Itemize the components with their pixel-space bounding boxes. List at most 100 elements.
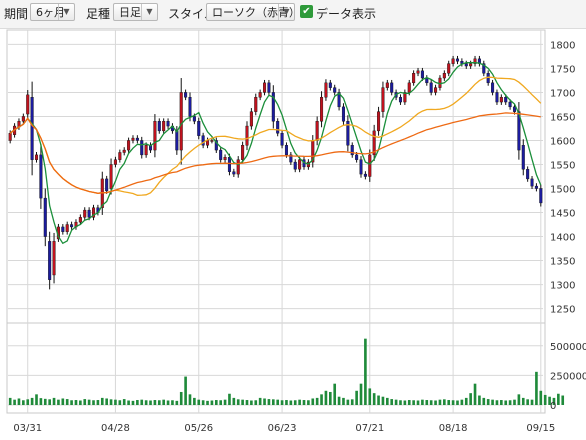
style-select[interactable]: ローソク（赤青） ▼ [206, 3, 300, 21]
volume-bar [412, 400, 415, 405]
candle-body [219, 149, 223, 160]
volume-bar [324, 390, 328, 405]
candle-body [416, 70, 420, 74]
candle-body [377, 111, 381, 132]
price-tick-label: 1650 [550, 112, 575, 123]
volume-bar [329, 391, 332, 405]
price-tick-label: 1500 [550, 185, 575, 196]
foot-select[interactable]: 日足 ▼ [113, 3, 158, 21]
volume-bar [434, 400, 437, 405]
volume-bar [236, 399, 240, 405]
volume-bar [197, 399, 201, 405]
data-display-label: データ表示 [316, 7, 377, 21]
candle-body [175, 130, 179, 151]
volume-bar [557, 393, 560, 405]
volume-bar [254, 400, 258, 405]
volume-bar [83, 399, 87, 405]
volume-bar [513, 399, 516, 405]
volume-bar [350, 399, 354, 405]
date-tick-label: 03/31 [13, 423, 42, 434]
period-select[interactable]: 6ヶ月 ▼ [30, 3, 75, 21]
volume-bar [460, 399, 464, 405]
volume-bar [157, 400, 161, 405]
volume-bar [22, 400, 25, 405]
candle-body [341, 106, 345, 122]
candle-body [333, 87, 337, 93]
volume-bar [114, 399, 117, 405]
volume-bar [403, 400, 407, 405]
date-tick-label: 09/15 [526, 423, 555, 434]
candle-body [469, 63, 473, 67]
candle-body [298, 159, 302, 170]
volume-bar [136, 400, 139, 405]
candle-body [179, 92, 183, 151]
volume-bar [346, 399, 350, 405]
candle-body [135, 137, 139, 141]
volume-bar [464, 397, 468, 405]
candle-body [131, 137, 135, 141]
volume-bar [267, 399, 271, 405]
volume-bar [131, 400, 135, 405]
volume-bar [263, 398, 266, 405]
candle-body [284, 145, 288, 156]
date-tick-label: 06/23 [268, 423, 297, 434]
volume-bar [425, 400, 429, 405]
volume-bar [381, 396, 385, 405]
volume-bar [13, 399, 16, 405]
volume-bar [214, 400, 218, 405]
candle-body [491, 82, 495, 93]
data-display-checkbox[interactable]: ✔ [300, 5, 313, 18]
chevron-down-icon: ▼ [58, 4, 74, 20]
candle-body [83, 209, 87, 218]
volume-bar [250, 400, 253, 405]
volume-bar [543, 394, 547, 405]
candle-body [363, 173, 367, 177]
volume-bar [469, 393, 472, 405]
candle-body [504, 97, 508, 103]
volume-bar [386, 397, 389, 405]
volume-bar [193, 397, 196, 405]
candle-body [464, 63, 468, 67]
candle-body [140, 140, 144, 156]
candle-body [385, 82, 389, 88]
candle-body [34, 154, 39, 160]
volume-bar [122, 399, 126, 405]
volume-bar [166, 400, 170, 405]
candle-body [109, 164, 113, 189]
chart-frame [6, 29, 546, 414]
volume-bar [258, 397, 262, 405]
candle-body [87, 209, 91, 218]
volume-bar [447, 400, 451, 405]
candle-body [206, 140, 210, 146]
candle-body [105, 178, 109, 192]
volume-bar [355, 390, 358, 405]
volume-bar [188, 394, 192, 405]
candle-body [412, 73, 416, 84]
candle-body [48, 241, 52, 280]
chevron-down-icon: ▼ [141, 4, 157, 20]
volume-bar [153, 400, 157, 405]
foot-select-value: 日足 [119, 6, 141, 19]
volume-bar [311, 398, 315, 405]
volume-bar [43, 398, 47, 405]
candle-body [425, 77, 429, 84]
price-tick-label: 1300 [550, 281, 575, 292]
date-tick-label: 08/18 [439, 423, 468, 434]
candle-body [276, 121, 280, 134]
price-tick-label: 1750 [550, 64, 575, 75]
volume-tick-label: 250000 [550, 371, 586, 382]
candle-body [157, 121, 161, 132]
volume-bar [315, 397, 319, 405]
volume-bar [140, 399, 144, 405]
volume-bar [149, 400, 152, 405]
candle-body [420, 70, 424, 79]
volume-bar [443, 399, 446, 405]
volume-bar [144, 400, 148, 405]
candle-body [350, 145, 354, 156]
price-tick-label: 1250 [550, 305, 575, 316]
volume-bar [451, 400, 455, 405]
price-tick-label: 1450 [550, 209, 575, 220]
candle-body [455, 58, 460, 62]
candle-body [249, 111, 253, 127]
volume-bar [364, 338, 367, 405]
